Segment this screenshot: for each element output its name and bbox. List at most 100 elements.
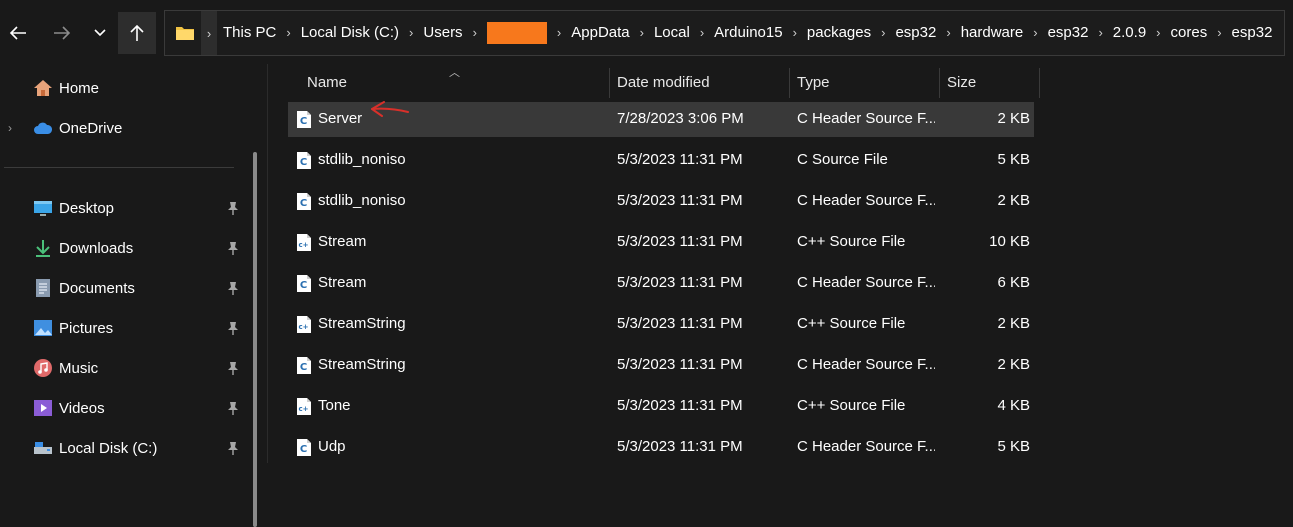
pin-icon[interactable]	[225, 200, 241, 216]
sidebar-item-local-disk-c[interactable]: Local Disk (C:)	[0, 428, 250, 468]
cpp-file-icon: c+	[296, 233, 312, 252]
sidebar-item-downloads[interactable]: Downloads	[0, 228, 250, 268]
breadcrumb-separator-chevron[interactable]: ›	[1156, 25, 1160, 40]
breadcrumb-item[interactable]: esp32	[1048, 24, 1089, 41]
breadcrumb-separator-chevron[interactable]: ›	[409, 25, 413, 40]
file-name[interactable]: stdlib_noniso	[318, 192, 406, 209]
pin-icon[interactable]	[225, 280, 241, 296]
column-header-name[interactable]: Name	[307, 64, 347, 100]
svg-text:C: C	[300, 198, 307, 209]
pin-icon[interactable]	[225, 320, 241, 336]
breadcrumb-item[interactable]: Users	[423, 24, 462, 41]
column-resize-handle[interactable]	[939, 68, 940, 98]
breadcrumb-item[interactable]: esp32	[1232, 24, 1273, 41]
breadcrumb-item[interactable]: This PC	[223, 24, 276, 41]
column-header-size[interactable]: Size	[947, 64, 976, 100]
breadcrumb-separator-chevron[interactable]: ›	[640, 25, 644, 40]
breadcrumb-item-redacted[interactable]	[486, 22, 547, 44]
breadcrumb-item[interactable]: Arduino15	[714, 24, 782, 41]
breadcrumb-separator-chevron[interactable]: ›	[286, 25, 290, 40]
breadcrumb-separator-chevron[interactable]: ›	[793, 25, 797, 40]
file-type: C++ Source File	[797, 233, 906, 250]
address-bar[interactable]: › This PC › Local Disk (C:) › Users › › AppData…	[164, 10, 1285, 56]
pin-icon[interactable]	[225, 240, 241, 256]
file-type: C Header Source F...	[797, 274, 935, 291]
breadcrumb-separator-chevron[interactable]: ›	[473, 25, 477, 40]
file-type: C Header Source F...	[797, 192, 935, 209]
file-size: 5 KB	[997, 438, 1030, 455]
breadcrumb-separator-chevron[interactable]: ›	[1098, 25, 1102, 40]
file-name[interactable]: StreamString	[318, 356, 406, 373]
sidebar-item-videos[interactable]: Videos	[0, 388, 250, 428]
sidebar-item-pictures[interactable]: Pictures	[0, 308, 250, 348]
pin-icon[interactable]	[225, 400, 241, 416]
sidebar-item-music[interactable]: Music	[0, 348, 250, 388]
file-type: C Header Source F...	[797, 438, 935, 455]
sidebar-item-documents[interactable]: Documents	[0, 268, 250, 308]
file-row[interactable]: C Stream 5/3/2023 11:31 PM C Header Source …	[288, 266, 1034, 301]
breadcrumb-separator-chevron[interactable]: ›	[1033, 25, 1037, 40]
c-file-icon: C	[296, 438, 312, 457]
red-arrow-icon	[371, 101, 409, 117]
back-button[interactable]	[0, 12, 36, 54]
breadcrumb-item[interactable]: packages	[807, 24, 871, 41]
file-row[interactable]: c+ StreamString 5/3/2023 11:31 PM C++ Sourc…	[288, 307, 1034, 342]
folder-icon	[175, 25, 195, 41]
breadcrumb-item[interactable]: 2.0.9	[1113, 24, 1146, 41]
sidebar-item-home[interactable]: Home	[0, 68, 250, 108]
file-row[interactable]: Cstdlib_noniso 5/3/2023 11:31 PM C Source …	[288, 143, 1034, 178]
breadcrumb-item[interactable]: hardware	[961, 24, 1024, 41]
recent-locations-button[interactable]	[82, 12, 118, 54]
file-name[interactable]: Udp	[318, 438, 346, 455]
file-name[interactable]: Tone	[318, 397, 351, 414]
home-icon	[33, 78, 53, 98]
breadcrumb-separator-chevron[interactable]: ›	[557, 25, 561, 40]
sort-ascending-icon: ︿	[449, 67, 460, 79]
breadcrumb-separator-chevron[interactable]: ›	[881, 25, 885, 40]
breadcrumb-item[interactable]: cores	[1171, 24, 1208, 41]
expand-chevron-icon[interactable]: ›	[8, 121, 12, 135]
file-type: C++ Source File	[797, 397, 906, 414]
pin-icon[interactable]	[225, 360, 241, 376]
breadcrumb-item[interactable]: Local Disk (C:)	[301, 24, 399, 41]
file-row[interactable]: Cstdlib_noniso 5/3/2023 11:31 PM C Header …	[288, 184, 1034, 219]
up-button[interactable]	[118, 12, 156, 54]
column-resize-handle[interactable]	[609, 68, 610, 98]
file-name[interactable]: Stream	[318, 233, 366, 250]
file-name[interactable]: stdlib_noniso	[318, 151, 406, 168]
download-icon	[33, 238, 53, 258]
file-date-modified: 5/3/2023 11:31 PM	[617, 315, 743, 332]
breadcrumb-separator-chevron[interactable]: ›	[1217, 25, 1221, 40]
file-size: 6 KB	[997, 274, 1030, 291]
svg-text:C: C	[300, 444, 307, 455]
file-date-modified: 5/3/2023 11:31 PM	[617, 397, 743, 414]
sidebar-divider	[4, 167, 234, 168]
documents-icon	[33, 278, 53, 298]
column-header-type[interactable]: Type	[797, 64, 830, 100]
breadcrumb-root-chevron[interactable]: ›	[201, 11, 217, 55]
file-date-modified: 5/3/2023 11:31 PM	[617, 192, 743, 209]
sidebar-item-desktop[interactable]: Desktop	[0, 188, 250, 228]
file-row[interactable]: c+ Tone 5/3/2023 11:31 PM C++ Source File 4 …	[288, 389, 1034, 424]
file-name[interactable]: Stream	[318, 274, 366, 291]
breadcrumb-separator-chevron[interactable]: ›	[700, 25, 704, 40]
breadcrumb-item[interactable]: AppData	[571, 24, 629, 41]
file-row[interactable]: C StreamString 5/3/2023 11:31 PM C Header S…	[288, 348, 1034, 383]
file-date-modified: 5/3/2023 11:31 PM	[617, 356, 743, 373]
file-row[interactable]: c+ Stream 5/3/2023 11:31 PM C++ Source File…	[288, 225, 1034, 260]
sidebar-scrollbar[interactable]	[253, 152, 257, 527]
column-resize-handle[interactable]	[789, 68, 790, 98]
pin-icon[interactable]	[225, 440, 241, 456]
breadcrumb-item[interactable]: esp32	[895, 24, 936, 41]
column-resize-handle[interactable]	[1039, 68, 1040, 98]
file-type: C Header Source F...	[797, 110, 935, 127]
sidebar-item-onedrive[interactable]: › OneDrive	[0, 108, 250, 148]
file-name[interactable]: Server	[318, 110, 362, 127]
breadcrumb-item[interactable]: Local	[654, 24, 690, 41]
forward-button[interactable]	[44, 12, 80, 54]
pictures-icon	[33, 318, 53, 338]
file-name[interactable]: StreamString	[318, 315, 406, 332]
column-header-date[interactable]: Date modified	[617, 64, 710, 100]
file-row[interactable]: C Udp 5/3/2023 11:31 PM C Header Source F..…	[288, 430, 1034, 465]
breadcrumb-separator-chevron[interactable]: ›	[946, 25, 950, 40]
